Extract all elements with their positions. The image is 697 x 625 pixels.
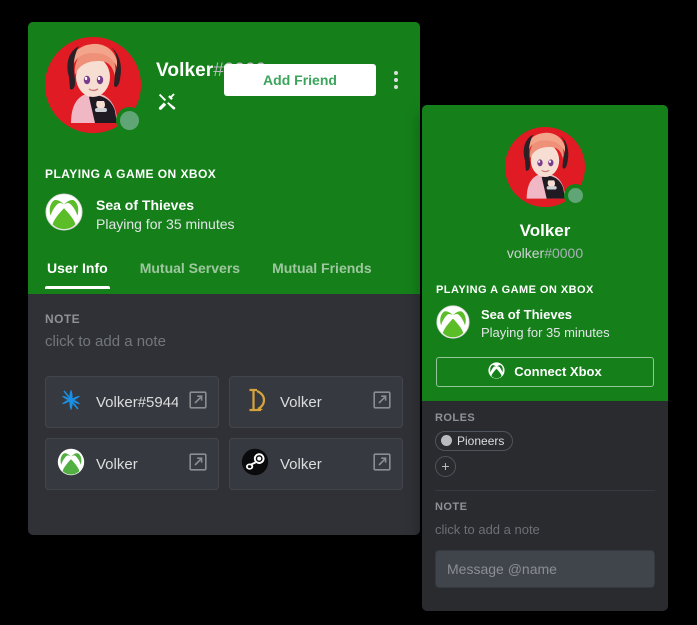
connection-card-steam[interactable]: Volker [229,438,403,490]
connect-xbox-button[interactable]: Connect Xbox [436,356,654,387]
external-link-icon[interactable] [189,390,207,414]
more-dot [394,78,398,82]
username: Volker [156,60,214,81]
role-color-dot [441,435,452,447]
xbox-icon [436,305,470,344]
popout-note-label: NOTE [435,500,468,513]
connection-name: Volker#5944 [96,393,178,411]
popout-activity-section: PLAYING A GAME ON XBOX Sea of Thieves Pl… [422,279,668,401]
roles-list: Pioneers [435,430,655,451]
header-actions: Add Friend [224,64,404,96]
activity-body: Sea of Thieves Playing for 35 minutes [45,193,404,236]
popout-status-indicator-online [564,184,587,207]
role-pill-pioneers[interactable]: Pioneers [435,430,514,451]
popout-avatar[interactable] [505,127,587,207]
more-dot [394,85,398,89]
battlenet-icon [57,386,85,419]
profile-tabbar: User Info Mutual Servers Mutual Friends [28,254,420,294]
game-time: Playing for 35 minutes [96,215,235,232]
popout-activity-header: PLAYING A GAME ON XBOX [436,283,594,296]
popout-user-tag: volker#0000 [422,243,668,264]
activity-header: PLAYING A GAME ON XBOX [45,167,217,181]
popout-username: Volker [519,221,571,240]
external-link-icon[interactable] [373,390,391,414]
tab-mutual-servers[interactable]: Mutual Servers [138,254,242,289]
tab-user-info[interactable]: User Info [45,254,110,289]
tab-mutual-friends[interactable]: Mutual Friends [270,254,374,289]
add-friend-button[interactable]: Add Friend [224,64,376,96]
connection-name: Volker [96,455,138,473]
xbox-icon [488,362,505,382]
status-indicator-online [116,107,143,134]
profile-body: NOTE click to add a note Volker#5944 Vol… [28,294,420,490]
add-role-button[interactable]: + [435,455,456,477]
xbox-icon [57,448,85,481]
popout-roles-section: ROLES Pioneers + [422,401,668,491]
popout-game-time: Playing for 35 minutes [481,325,610,341]
steam-icon [241,448,269,481]
activity-section: PLAYING A GAME ON XBOX Sea of Thieves Pl… [45,167,404,236]
screen-root: Volker #0000 [0,0,697,625]
connection-card-leagueoflegends[interactable]: Volker [229,376,403,428]
discord-developer-badge-icon[interactable] [156,91,178,113]
connection-card-battlenet[interactable]: Volker#5944 [45,376,219,428]
user-profile-modal: Volker#0000 [28,22,420,535]
more-options-icon[interactable] [388,64,404,96]
profile-banner: Volker#0000 [28,22,420,254]
popout-activity-texts: Sea of Thieves Playing for 35 minutes [481,306,610,342]
league-of-legends-icon [241,386,269,419]
popout-banner: Volker volker#0000 [422,105,668,280]
popout-game-name: Sea of Thieves [481,307,573,323]
connection-name: Volker [280,455,322,473]
connection-name: Volker [280,393,322,411]
popout-tag-discriminator: #0000 [544,244,584,261]
note-input[interactable]: click to add a note [45,333,403,350]
popout-note-section: NOTE click to add a note [422,491,668,537]
popout-note-input[interactable]: click to add a note [435,520,655,537]
note-label: NOTE [45,312,81,326]
connect-xbox-label: Connect Xbox [514,364,602,380]
popout-activity-body: Sea of Thieves Playing for 35 minutes [436,305,654,344]
user-popout-card: Volker volker#0000 PLAYING A GAME ON XBO… [422,105,668,611]
popout-tag-name: volker [506,244,545,261]
xbox-icon [45,193,83,236]
activity-texts: Sea of Thieves Playing for 35 minutes [96,196,235,234]
popout-message-wrap [422,537,668,601]
role-name: Pioneers [457,433,505,448]
roles-label: ROLES [435,411,476,424]
external-link-icon[interactable] [189,452,207,476]
message-input[interactable] [435,549,655,588]
game-name: Sea of Thieves [96,196,195,213]
more-dot [394,71,398,75]
avatar[interactable] [45,37,143,134]
external-link-icon[interactable] [373,452,391,476]
connections-grid: Volker#5944 Volker Volker Volker [45,376,403,490]
connection-card-xbox[interactable]: Volker [45,438,219,490]
